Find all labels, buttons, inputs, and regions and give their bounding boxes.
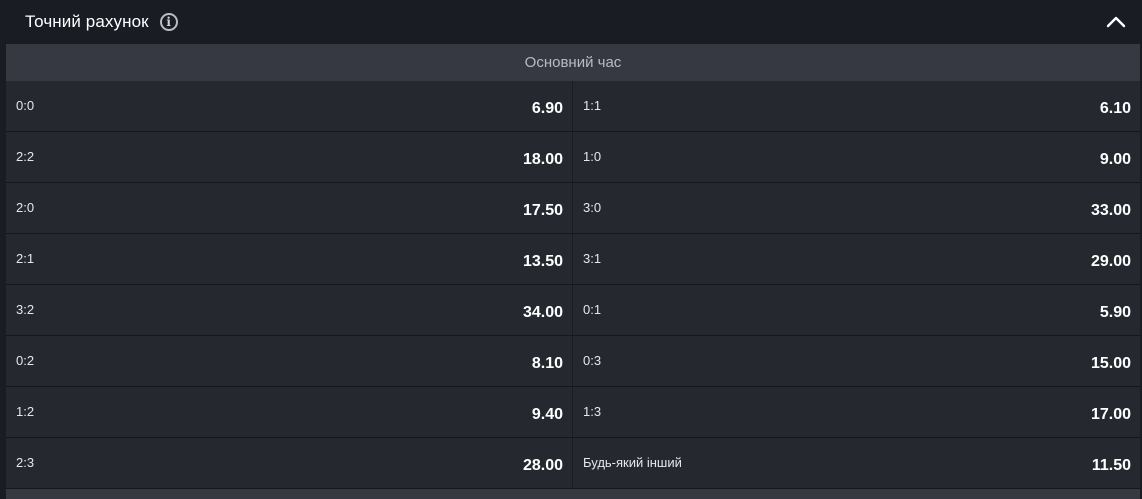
odds-row: 2:1 13.50 3:1 29.00 bbox=[6, 234, 1140, 285]
odds-button[interactable]: 3:2 34.00 bbox=[6, 285, 572, 335]
outcome-label: 3:1 bbox=[583, 250, 602, 266]
period-label-text: Основний час bbox=[524, 54, 622, 71]
outcome-label: 3:0 bbox=[583, 199, 602, 215]
odds-button[interactable]: 0:3 15.00 bbox=[573, 336, 1140, 386]
odds-value: 17.50 bbox=[522, 202, 563, 219]
chevron-up-icon[interactable] bbox=[1104, 10, 1128, 34]
odds-value: 15.00 bbox=[1090, 355, 1131, 372]
outcome-label: 2:3 bbox=[16, 454, 35, 470]
odds-value: 28.00 bbox=[522, 457, 563, 474]
outcome-label: 0:1 bbox=[583, 301, 602, 317]
odds-value: 8.10 bbox=[531, 355, 563, 372]
odds-row: 2:2 18.00 1:0 9.00 bbox=[6, 132, 1140, 183]
odds-row: 0:0 6.90 1:1 6.10 bbox=[6, 81, 1140, 132]
odds-row: 1:2 9.40 1:3 17.00 bbox=[6, 387, 1140, 438]
odds-value: 18.00 bbox=[522, 151, 563, 168]
outcome-label: 0:2 bbox=[16, 352, 35, 368]
odds-value: 5.90 bbox=[1099, 304, 1131, 321]
outcome-label: 2:1 bbox=[16, 250, 35, 266]
odds-button[interactable]: 0:2 8.10 bbox=[6, 336, 572, 386]
outcome-label: 0:3 bbox=[583, 352, 602, 368]
market-title: Точний рахунок bbox=[25, 12, 149, 31]
odds-value: 17.00 bbox=[1090, 406, 1131, 423]
outcome-label: 2:0 bbox=[16, 199, 35, 215]
outcome-label: 1:2 bbox=[16, 403, 35, 419]
odds-row: 0:2 8.10 0:3 15.00 bbox=[6, 336, 1140, 387]
odds-value: 9.00 bbox=[1099, 151, 1131, 168]
odds-button[interactable]: 1:1 6.10 bbox=[573, 81, 1140, 131]
period-label: Основний час bbox=[6, 44, 1140, 81]
odds-button[interactable]: 1:3 17.00 bbox=[573, 387, 1140, 437]
outcome-label: 1:1 bbox=[583, 97, 602, 113]
odds-button[interactable]: 2:1 13.50 bbox=[6, 234, 572, 284]
odds-value: 33.00 bbox=[1090, 202, 1131, 219]
info-icon[interactable]: i bbox=[159, 13, 178, 31]
odds-value: 34.00 bbox=[522, 304, 563, 321]
odds-button[interactable]: 0:0 6.90 bbox=[6, 81, 572, 131]
odds-row: 2:0 17.50 3:0 33.00 bbox=[6, 183, 1140, 234]
odds-value: 29.00 bbox=[1090, 253, 1131, 270]
odds-row: 3:2 34.00 0:1 5.90 bbox=[6, 285, 1140, 336]
odds-button[interactable]: 0:1 5.90 bbox=[573, 285, 1140, 335]
odds-button[interactable]: 1:0 9.00 bbox=[573, 132, 1140, 182]
outcome-label: Будь-який інший bbox=[583, 454, 682, 470]
odds-button[interactable]: 2:3 28.00 bbox=[6, 438, 572, 488]
odds-row: 2:3 28.00 Будь-який інший 11.50 bbox=[6, 438, 1140, 489]
odds-button[interactable]: 2:2 18.00 bbox=[6, 132, 572, 182]
odds-grid: 0:0 6.90 1:1 6.10 2:2 18.00 1:0 9.00 2:0… bbox=[6, 81, 1140, 489]
odds-button[interactable]: 3:1 29.00 bbox=[573, 234, 1140, 284]
outcome-label: 2:2 bbox=[16, 148, 35, 164]
odds-value: 13.50 bbox=[522, 253, 563, 270]
odds-button[interactable]: 3:0 33.00 bbox=[573, 183, 1140, 233]
odds-value: 6.90 bbox=[531, 100, 563, 117]
outcome-label: 1:0 bbox=[583, 148, 602, 164]
outcome-label: 1:3 bbox=[583, 403, 602, 419]
outcome-label: 0:0 bbox=[16, 97, 35, 113]
market-header: Точний рахунок i bbox=[0, 0, 1142, 44]
odds-button[interactable]: 2:0 17.50 bbox=[6, 183, 572, 233]
exact-score-market: Точний рахунок i Основний час 0:0 6.90 1… bbox=[0, 0, 1142, 499]
odds-value: 11.50 bbox=[1091, 457, 1131, 474]
odds-value: 6.10 bbox=[1099, 100, 1131, 117]
outcome-label: 3:2 bbox=[16, 301, 35, 317]
odds-button[interactable]: Будь-який інший 11.50 bbox=[573, 438, 1140, 488]
odds-button[interactable]: 1:2 9.40 bbox=[6, 387, 572, 437]
odds-value: 9.40 bbox=[531, 406, 563, 423]
